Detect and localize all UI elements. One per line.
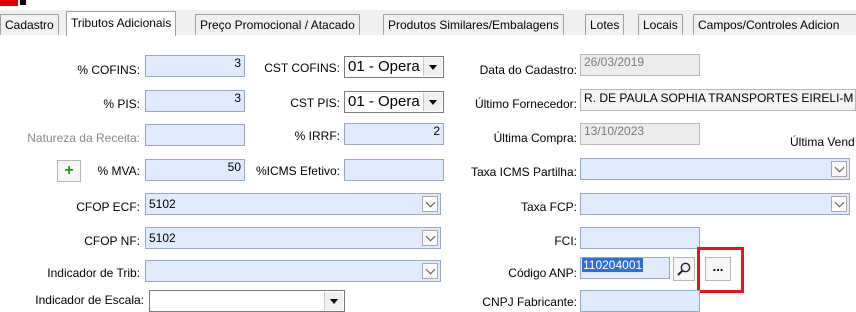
cfop-nf-select[interactable]: 5102 [145, 227, 441, 249]
dropdown-arrow-icon[interactable] [324, 292, 343, 310]
tab-lotes[interactable]: Lotes [585, 14, 625, 35]
chevron-down-icon[interactable] [831, 161, 847, 177]
cfop-nf-label: CFOP NF: [84, 234, 140, 248]
black-marker [20, 0, 26, 5]
chevron-down-icon[interactable] [422, 230, 438, 246]
cnpj-fabricante-label: CNPJ Fabricante: [482, 295, 577, 309]
ultima-compra-label: Última Compra: [493, 131, 577, 145]
chevron-down-icon[interactable] [422, 196, 438, 212]
indicador-trib-label: Indicador de Trib: [47, 266, 140, 280]
taxa-icms-partilha-label: Taxa ICMS Partilha: [470, 165, 577, 179]
codigo-anp-label: Código ANP: [508, 266, 577, 280]
tab-locais[interactable]: Locais [638, 14, 683, 35]
chevron-down-icon[interactable] [831, 196, 847, 212]
ultima-venda-label: Última Vend [790, 135, 855, 149]
codigo-anp-input[interactable]: 110204001 [580, 257, 670, 279]
natureza-receita-label: Natureza da Receita: [27, 131, 140, 145]
cnpj-fabricante-input[interactable] [580, 290, 700, 312]
cfop-ecf-value: 5102 [149, 197, 176, 211]
dropdown-arrow-icon[interactable] [423, 58, 442, 76]
search-icon [677, 262, 691, 276]
ultimo-fornecedor-label: Último Fornecedor: [474, 97, 577, 111]
irrf-label: % IRRF: [294, 129, 340, 143]
cst-cofins-label: CST COFINS: [264, 61, 340, 75]
taxa-icms-partilha-select[interactable] [580, 158, 850, 180]
top-strip [0, 0, 856, 10]
highlight-frame [697, 247, 744, 293]
taxa-fcp-select[interactable] [580, 193, 850, 215]
cst-pis-value: 01 - Opera [348, 93, 420, 110]
cofins-label: % COFINS: [77, 63, 140, 77]
cst-cofins-value: 01 - Opera [348, 58, 420, 75]
irrf-input[interactable]: 2 [344, 123, 444, 145]
tab-campos-controles[interactable]: Campos/Controles Adicion [693, 14, 856, 35]
mva-label: % MVA: [97, 164, 140, 178]
tab-produtos-similares[interactable]: Produtos Similares/Embalagens [383, 14, 564, 35]
cfop-nf-value: 5102 [149, 231, 176, 245]
tab-bar: Cadastro Tributos Adicionais Preço Promo… [0, 10, 856, 36]
mva-input[interactable]: 50 [145, 159, 245, 181]
fci-label: FCI: [554, 234, 577, 248]
cfop-ecf-label: CFOP ECF: [76, 200, 140, 214]
icms-efetivo-input[interactable] [344, 159, 444, 181]
pis-label: % PIS: [103, 97, 140, 111]
data-cadastro-field: 26/03/2019 [580, 54, 700, 76]
codigo-anp-selected-text: 110204001 [582, 258, 644, 272]
cfop-ecf-select[interactable]: 5102 [145, 193, 441, 215]
ultimo-fornecedor-field: R. DE PAULA SOPHIA TRANSPORTES EIRELI-M [580, 89, 856, 111]
pis-input[interactable]: 3 [145, 90, 245, 112]
tab-cadastro[interactable]: Cadastro [0, 14, 59, 35]
cst-cofins-select[interactable]: 01 - Opera [344, 56, 444, 78]
data-cadastro-label: Data do Cadastro: [479, 63, 577, 77]
fci-input[interactable] [580, 227, 700, 249]
tab-preco-promocional[interactable]: Preço Promocional / Atacado [195, 14, 360, 35]
natureza-receita-input[interactable] [145, 124, 245, 146]
dropdown-arrow-icon[interactable] [423, 93, 442, 111]
icms-efetivo-label: %ICMS Efetivo: [255, 164, 340, 178]
add-mva-button[interactable]: + [57, 160, 81, 182]
search-button[interactable] [673, 257, 695, 281]
taxa-fcp-label: Taxa FCP: [520, 200, 577, 214]
tab-tributos-adicionais[interactable]: Tributos Adicionais [66, 11, 177, 36]
ultima-compra-field: 13/10/2023 [580, 123, 700, 145]
chevron-down-icon[interactable] [422, 263, 438, 279]
indicador-escala-select[interactable] [149, 290, 345, 312]
cst-pis-select[interactable]: 01 - Opera [344, 91, 444, 113]
cofins-input[interactable]: 3 [145, 55, 245, 77]
cst-pis-label: CST PIS: [290, 96, 340, 110]
red-marker [0, 0, 18, 6]
indicador-escala-label: Indicador de Escala: [35, 293, 144, 307]
tributos-panel: % COFINS: 3 CST COFINS: 01 - Opera Data … [0, 35, 856, 312]
indicador-trib-select[interactable] [145, 260, 441, 282]
